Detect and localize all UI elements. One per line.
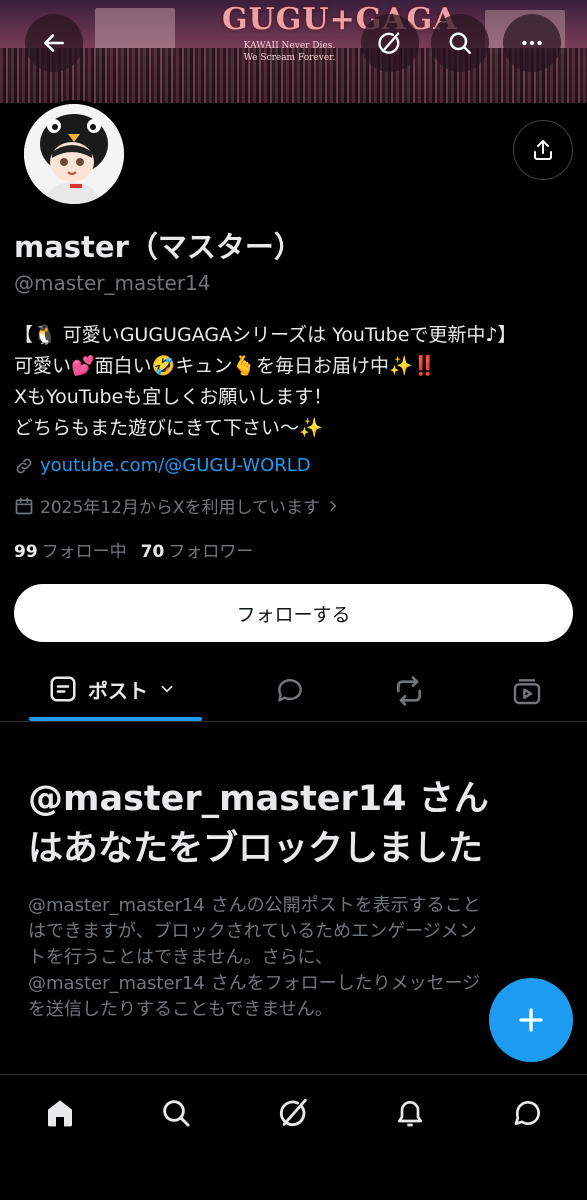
following-link[interactable]: 99 フォロー中	[14, 537, 127, 562]
follow-stats: 99 フォロー中 70 フォロワー	[14, 537, 253, 562]
tab-replies[interactable]	[273, 674, 307, 708]
bio-line: 可愛い💕面白い🤣キュン🫰を毎日お届け中✨‼️	[14, 355, 437, 377]
block-title-line: @master_master14 さん	[28, 779, 489, 819]
more-button[interactable]	[503, 14, 561, 72]
search-button[interactable]	[431, 14, 489, 72]
nav-search[interactable]	[156, 1093, 196, 1133]
tab-posts-label: ポスト	[88, 678, 148, 703]
bio-line: どちらもまた遊びにきて下さい〜✨	[14, 417, 323, 439]
media-icon	[513, 679, 541, 705]
repost-icon	[397, 676, 421, 706]
nav-grok[interactable]	[274, 1093, 314, 1133]
bio-line: 【🐧 可愛いGUGUGAGAシリーズは YouTubeで更新中♪】	[14, 324, 517, 346]
following-label: フォロー中	[41, 542, 127, 562]
grok-button[interactable]	[361, 14, 419, 72]
follow-button[interactable]: フォローする	[14, 584, 573, 642]
profile-link-row: youtube.com/@GUGU-WORLD	[14, 455, 311, 476]
block-title-line: はあなたをブロックしました	[28, 829, 484, 869]
block-desc-line: を送信したりすることもできません。	[28, 999, 333, 1020]
more-horizontal-icon	[522, 40, 542, 46]
tab-active-indicator	[29, 717, 202, 721]
calendar-icon	[15, 497, 33, 514]
search-icon	[163, 1100, 190, 1127]
followers-count: 70	[140, 542, 165, 562]
reply-icon	[278, 679, 302, 702]
avatar-character-image	[24, 104, 124, 204]
profile-bio: 【🐧 可愛いGUGUGAGAシリーズは YouTubeで更新中♪】 可愛い💕面白…	[14, 320, 584, 444]
chat-icon	[514, 1101, 540, 1125]
block-desc-line: @master_master14 さんをフォローしたりメッセージ	[28, 973, 481, 994]
bottom-navigation	[0, 1074, 587, 1200]
grok-icon	[378, 32, 400, 54]
following-count: 99	[14, 542, 38, 562]
nav-notifications[interactable]	[390, 1093, 430, 1133]
block-desc-line: はできますが、ブロックされているためエンゲージメン	[28, 921, 477, 942]
banner-logo-sub-1: KAWAII Never Dies.	[243, 41, 336, 51]
chevron-right-icon	[330, 500, 337, 511]
profile-website-link[interactable]: youtube.com/@GUGU-WORLD	[40, 455, 311, 476]
block-desc-line: @master_master14 さんの公開ポストを表示すること	[28, 895, 481, 916]
compose-post-button[interactable]	[489, 978, 573, 1062]
profile-joined-row[interactable]: 2025年12月からXを利用しています	[14, 493, 340, 518]
posts-icon	[50, 676, 76, 702]
home-icon	[48, 1100, 72, 1127]
block-notice-description: @master_master14 さんの公開ポストを表示すること はできますが、…	[28, 893, 568, 1023]
back-button[interactable]	[25, 14, 83, 72]
profile-tabs: ポスト	[0, 660, 587, 722]
block-desc-line: トを行うことはできません。さらに、	[28, 947, 333, 968]
avatar[interactable]	[20, 100, 128, 208]
profile-handle: @master_master14	[14, 271, 211, 295]
arrow-left-icon	[44, 34, 64, 52]
block-notice-title: @master_master14 さん はあなたをブロックしました	[28, 774, 568, 874]
tab-posts[interactable]: ポスト	[48, 674, 176, 704]
nav-home[interactable]	[40, 1093, 80, 1133]
grok-icon	[279, 1098, 307, 1127]
share-button[interactable]	[513, 120, 573, 180]
bell-icon	[398, 1101, 422, 1127]
banner-logo-sub-2: We Scream Forever.	[243, 53, 336, 63]
chevron-down-icon	[161, 685, 173, 693]
tab-media[interactable]	[510, 674, 544, 708]
profile-name: master（マスター）	[14, 230, 303, 264]
link-icon	[16, 458, 32, 473]
profile-joined-date: 2025年12月からXを利用しています	[40, 498, 321, 518]
search-icon	[449, 32, 471, 54]
banner-logo-title: GUGU+GAGA	[222, 2, 458, 37]
nav-messages[interactable]	[508, 1093, 548, 1133]
followers-label: フォロワー	[168, 542, 254, 562]
plus-icon	[519, 1008, 543, 1032]
banner-logo: GUGU+GAGA KAWAII Never Dies. We Scream F…	[222, 0, 458, 78]
bio-line: XもYouTubeも宜しくお願いします！	[14, 386, 333, 408]
tab-reposts[interactable]	[392, 674, 426, 708]
profile-banner[interactable]: GUGU+GAGA KAWAII Never Dies. We Scream F…	[0, 0, 587, 103]
share-icon	[534, 140, 552, 160]
followers-link[interactable]: 70 フォロワー	[141, 537, 254, 562]
